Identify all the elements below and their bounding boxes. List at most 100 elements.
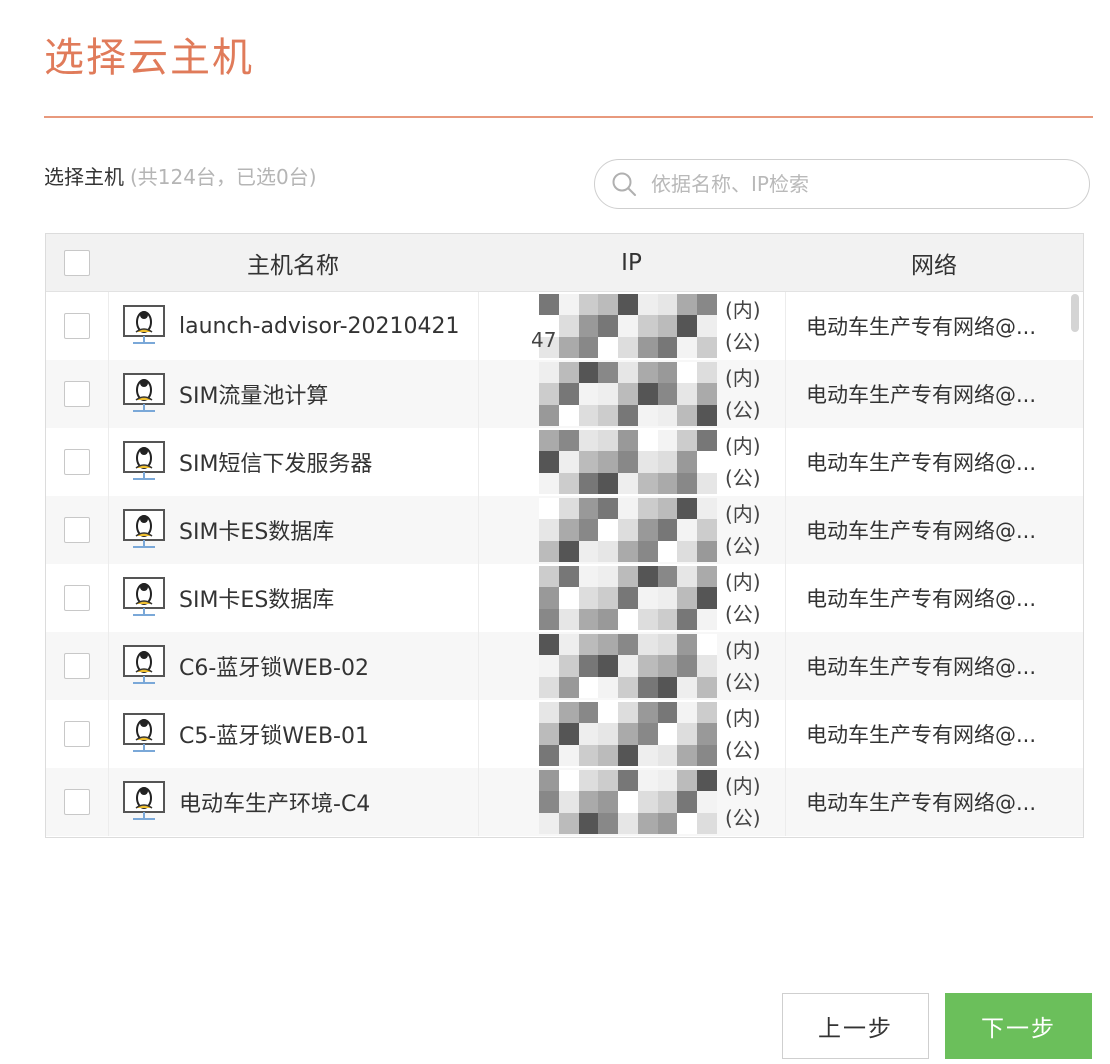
table-row[interactable]: launch-advisor-20210421 47 (内) (公) 电动车生产… (46, 292, 1083, 360)
host-name[interactable]: C6-蓝牙锁WEB-02 (179, 650, 369, 682)
ip-tag-public: (公) (725, 398, 761, 422)
ip-cell: (内) (公) (479, 700, 786, 768)
next-step-button[interactable]: 下一步 (945, 993, 1092, 1059)
network-name: 电动车生产专有网络@... (806, 451, 1037, 475)
host-name-cell: C6-蓝牙锁WEB-02 (109, 632, 479, 700)
ip-cell: (内) (公) (479, 496, 786, 564)
row-checkbox[interactable] (64, 789, 90, 815)
ip-tags: (内) (公) (725, 770, 761, 834)
ip-redaction-mosaic (539, 294, 717, 358)
table-row[interactable]: SIM流量池计算 (内) (公) 电动车生产专有网络@... (46, 360, 1083, 428)
row-checkbox[interactable] (64, 585, 90, 611)
row-checkbox[interactable] (64, 517, 90, 543)
row-checkbox[interactable] (64, 313, 90, 339)
host-name-cell: 电动车生产环境-C4 (109, 768, 479, 836)
linux-host-icon (123, 781, 165, 820)
row-check-cell (46, 428, 109, 496)
header-ip[interactable]: IP (478, 250, 785, 276)
ip-redaction-mosaic (539, 634, 717, 698)
ip-tag-public: (公) (725, 534, 761, 558)
host-name-cell: launch-advisor-20210421 (109, 292, 479, 360)
network-name: 电动车生产专有网络@... (806, 587, 1037, 611)
host-table: 主机名称 IP 网络 launch-advisor-20210421 47 (内… (45, 233, 1084, 838)
header-check-cell (46, 249, 108, 276)
row-checkbox[interactable] (64, 653, 90, 679)
table-body: launch-advisor-20210421 47 (内) (公) 电动车生产… (46, 292, 1083, 836)
network-cell: 电动车生产专有网络@... (786, 292, 1083, 360)
table-row[interactable]: C6-蓝牙锁WEB-02 (内) (公) 电动车生产专有网络@... (46, 632, 1083, 700)
ip-tags: (内) (公) (725, 294, 761, 358)
network-cell: 电动车生产专有网络@... (786, 768, 1083, 836)
ip-tag-private: (内) (725, 502, 761, 526)
host-name-cell: SIM短信下发服务器 (109, 428, 479, 496)
ip-tags: (内) (公) (725, 430, 761, 494)
ip-tag-private: (内) (725, 366, 761, 390)
ip-cell: (内) (公) (479, 360, 786, 428)
row-check-cell (46, 700, 109, 768)
host-name[interactable]: launch-advisor-20210421 (179, 314, 460, 339)
selection-label: 选择主机 (44, 165, 124, 189)
ip-tags: (内) (公) (725, 634, 761, 698)
row-check-cell (46, 496, 109, 564)
network-name: 电动车生产专有网络@... (806, 383, 1037, 407)
host-name[interactable]: C5-蓝牙锁WEB-01 (179, 718, 369, 750)
ip-tags: (内) (公) (725, 362, 761, 426)
network-cell: 电动车生产专有网络@... (786, 564, 1083, 632)
ip-tag-private: (内) (725, 706, 761, 730)
host-name-cell: SIM卡ES数据库 (109, 496, 479, 564)
search-input[interactable] (649, 163, 1089, 205)
linux-host-icon (123, 373, 165, 412)
search-icon (612, 172, 636, 196)
linux-host-icon (123, 713, 165, 752)
row-check-cell (46, 632, 109, 700)
ip-tags: (内) (公) (725, 498, 761, 562)
title-divider (44, 116, 1093, 118)
ip-tag-public: (公) (725, 670, 761, 694)
table-row[interactable]: 电动车生产环境-C4 (内) (公) 电动车生产专有网络@... (46, 768, 1083, 836)
header-name[interactable]: 主机名称 (108, 246, 478, 280)
host-name-cell: SIM流量池计算 (109, 360, 479, 428)
ip-redaction-mosaic (539, 702, 717, 766)
ip-tag-private: (内) (725, 434, 761, 458)
selection-count: (共124台，已选0台) (130, 165, 317, 189)
host-name[interactable]: SIM流量池计算 (179, 378, 328, 410)
network-name: 电动车生产专有网络@... (806, 723, 1037, 747)
table-scrollbar[interactable] (1071, 294, 1079, 332)
ip-cell: (内) (公) (479, 564, 786, 632)
row-checkbox[interactable] (64, 721, 90, 747)
header-network[interactable]: 网络 (785, 246, 1083, 280)
ip-redaction-mosaic (539, 362, 717, 426)
dialog-title: 选择云主机 (44, 35, 254, 81)
row-check-cell (46, 292, 109, 360)
network-name: 电动车生产专有网络@... (806, 655, 1037, 679)
network-name: 电动车生产专有网络@... (806, 315, 1037, 339)
network-name: 电动车生产专有网络@... (806, 519, 1037, 543)
row-checkbox[interactable] (64, 449, 90, 475)
host-name[interactable]: SIM卡ES数据库 (179, 582, 334, 614)
network-cell: 电动车生产专有网络@... (786, 632, 1083, 700)
ip-tag-private: (内) (725, 298, 761, 322)
host-name[interactable]: 电动车生产环境-C4 (179, 786, 370, 818)
table-row[interactable]: SIM卡ES数据库 (内) (公) 电动车生产专有网络@... (46, 496, 1083, 564)
host-name[interactable]: SIM短信下发服务器 (179, 446, 372, 478)
row-check-cell (46, 564, 109, 632)
network-cell: 电动车生产专有网络@... (786, 428, 1083, 496)
ip-tag-public: (公) (725, 738, 761, 762)
ip-tag-private: (内) (725, 774, 761, 798)
table-row[interactable]: SIM短信下发服务器 (内) (公) 电动车生产专有网络@... (46, 428, 1083, 496)
ip-cell: 47 (内) (公) (479, 292, 786, 360)
select-all-checkbox[interactable] (64, 249, 90, 276)
linux-host-icon (123, 305, 165, 344)
table-row[interactable]: C5-蓝牙锁WEB-01 (内) (公) 电动车生产专有网络@... (46, 700, 1083, 768)
host-name[interactable]: SIM卡ES数据库 (179, 514, 334, 546)
ip-redaction-mosaic (539, 498, 717, 562)
linux-host-icon (123, 577, 165, 616)
ip-tags: (内) (公) (725, 702, 761, 766)
ip-redaction-mosaic (539, 770, 717, 834)
linux-host-icon (123, 441, 165, 480)
ip-tags: (内) (公) (725, 566, 761, 630)
row-checkbox[interactable] (64, 381, 90, 407)
table-row[interactable]: SIM卡ES数据库 (内) (公) 电动车生产专有网络@... (46, 564, 1083, 632)
prev-step-button[interactable]: 上一步 (782, 993, 929, 1059)
search-box[interactable] (594, 159, 1090, 209)
